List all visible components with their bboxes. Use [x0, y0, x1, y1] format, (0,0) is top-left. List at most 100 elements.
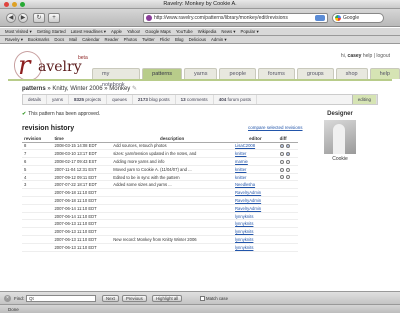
bookmark-item[interactable]: Delicious — [189, 36, 206, 43]
diff-radio[interactable] — [279, 144, 284, 149]
add-bookmark-button[interactable]: + — [48, 13, 60, 23]
time-cell: 2007-09-12 09:11 EDT — [52, 173, 112, 182]
subtab-yarns[interactable]: yarns — [47, 95, 70, 104]
diff-radio[interactable] — [279, 152, 284, 157]
zoom-window-button[interactable] — [20, 2, 25, 7]
search-input[interactable]: Google — [332, 13, 384, 23]
compare-revisions-link[interactable]: compare selected revisions — [248, 125, 303, 130]
diff-radio[interactable] — [285, 167, 290, 172]
bookmark-item[interactable]: Twitter — [142, 36, 155, 43]
editor-link[interactable]: knitter — [233, 173, 278, 182]
diff-radio[interactable] — [285, 152, 290, 157]
bookmark-item[interactable]: Getting Started — [37, 28, 66, 35]
reload-button[interactable]: ↻ — [33, 13, 45, 23]
bookmark-item[interactable]: Latest Headlines ▾ — [71, 28, 106, 35]
subtab-details[interactable]: details — [23, 95, 48, 104]
bookmark-item[interactable]: Blog — [175, 36, 184, 43]
subtab-comments[interactable]: 13 comments — [176, 95, 214, 104]
bookmarks-bar-secondary: Ravelry ▾ Bookmarks Docs Mail Calendar Reader… — [0, 36, 400, 44]
find-input[interactable]: Qt — [26, 295, 96, 302]
minimize-window-button[interactable] — [12, 2, 17, 7]
designer-name-link[interactable]: Cookie — [312, 156, 368, 162]
bookmark-item[interactable]: Apple — [111, 28, 122, 35]
tab-groups[interactable]: groups — [296, 68, 334, 79]
diff-cell — [277, 188, 298, 198]
editor-link[interactable]: RavelryAdmin — [233, 196, 278, 205]
breadcrumb-designer[interactable]: Knitty, Winter 2006 — [52, 86, 102, 92]
editor-link[interactable]: LisaC2008 — [233, 142, 278, 151]
bookmark-item[interactable]: Mail — [69, 36, 77, 43]
description-cell — [111, 227, 234, 237]
bookmark-item[interactable]: Docs — [54, 36, 64, 43]
bookmark-item[interactable]: Calendar — [82, 36, 99, 43]
bookmark-item[interactable]: Photos — [124, 36, 137, 43]
editor-link[interactable]: lynnyknits — [233, 235, 278, 244]
match-case-checkbox[interactable]: Match case — [200, 295, 228, 302]
breadcrumb-section[interactable]: patterns — [22, 86, 46, 92]
close-window-button[interactable] — [4, 2, 9, 7]
bookmark-item[interactable]: YouTube — [176, 28, 193, 35]
find-previous-button[interactable]: Previous — [122, 295, 147, 302]
editor-link[interactable]: Needlesha — [233, 180, 278, 190]
editor-link[interactable]: lynnyknits — [233, 243, 278, 252]
designer-heading: Designer — [327, 111, 353, 117]
editor-link[interactable]: knitter — [233, 149, 278, 159]
revision-cell: 5 — [22, 165, 53, 174]
bookmark-item[interactable]: Yahoo! — [127, 28, 140, 35]
bookmark-item[interactable]: Popular ▾ — [240, 28, 258, 35]
user-links[interactable]: help | logout — [363, 53, 390, 59]
find-next-button[interactable]: Next — [102, 295, 119, 302]
bookmark-item[interactable]: Admin ▾ — [211, 36, 227, 43]
bookmark-item[interactable]: Ravelry ▾ — [5, 36, 23, 43]
diff-radio[interactable] — [285, 159, 290, 164]
url-input[interactable]: http://www.ravelry.com/patterns/library/… — [143, 13, 328, 23]
diff-radio[interactable] — [285, 175, 290, 180]
tab-shop[interactable]: shop — [335, 68, 368, 79]
bookmark-item[interactable]: Wikipedia — [198, 28, 217, 35]
bookmark-item[interactable]: Most Visited ▾ — [5, 28, 32, 35]
revision-cell — [22, 212, 53, 221]
rss-icon[interactable] — [315, 15, 325, 21]
editor-link[interactable]: lynnyknits — [233, 212, 278, 221]
subtab-forum-posts[interactable]: 404 forum posts — [214, 95, 257, 104]
bookmark-item[interactable]: Flickr — [160, 36, 170, 43]
bookmark-item[interactable]: News ▾ — [221, 28, 235, 35]
highlight-all-button[interactable]: Highlight all — [152, 295, 183, 302]
subtab-label: editing — [357, 97, 371, 102]
subtab-editing[interactable]: editing — [351, 95, 377, 104]
description-cell — [111, 204, 234, 213]
editor-link[interactable]: RavelryAdmin — [233, 188, 278, 198]
editor-link[interactable]: lynnyknits — [233, 219, 278, 229]
diff-radio[interactable] — [279, 175, 284, 180]
tab-yarns[interactable]: yarns — [184, 68, 218, 79]
editor-link[interactable]: RavelryAdmin — [233, 204, 278, 213]
subtab-blog-posts[interactable]: 2173 blog posts — [133, 95, 176, 104]
table-row: 8 2008-03-15 14:08 EDT Add sources, retouc… — [22, 142, 298, 151]
user-name-link[interactable]: casey — [348, 53, 362, 59]
diff-radio[interactable] — [285, 144, 290, 149]
bookmark-item[interactable]: Reader — [105, 36, 119, 43]
forward-button[interactable]: ▶ — [18, 13, 28, 23]
pencil-icon[interactable]: ✎ — [132, 86, 137, 92]
bookmark-item[interactable]: Bookmarks — [28, 36, 50, 43]
editor-link[interactable]: marnie — [233, 157, 278, 166]
bookmark-item[interactable]: Google Maps — [145, 28, 171, 35]
ravelry-logo[interactable]: r avelry beta — [8, 49, 98, 81]
close-find-icon[interactable]: × — [4, 295, 11, 302]
revision-cell — [22, 227, 53, 237]
diff-radio[interactable] — [279, 159, 284, 164]
tab-patterns[interactable]: patterns — [142, 68, 183, 79]
tab-forums[interactable]: forums — [258, 68, 295, 79]
editor-link[interactable]: lynnyknits — [233, 227, 278, 237]
table-row: 2007-06-13 11:10 EDT lynnyknits — [22, 243, 298, 252]
back-button[interactable]: ◀ — [6, 13, 16, 23]
editor-link[interactable]: knitter — [233, 165, 278, 174]
diff-radio[interactable] — [279, 167, 284, 172]
table-row: 2007-06-13 11:10 EDT lynnyknits — [22, 219, 298, 229]
tab-people[interactable]: people — [219, 68, 257, 79]
designer-photo[interactable] — [324, 120, 356, 154]
subtab-queues[interactable]: queues — [107, 95, 133, 104]
tab-my-notebook[interactable]: my notebook — [92, 68, 141, 88]
tab-help[interactable]: help — [369, 68, 400, 79]
subtab-projects[interactable]: 8325 projects — [69, 95, 108, 104]
